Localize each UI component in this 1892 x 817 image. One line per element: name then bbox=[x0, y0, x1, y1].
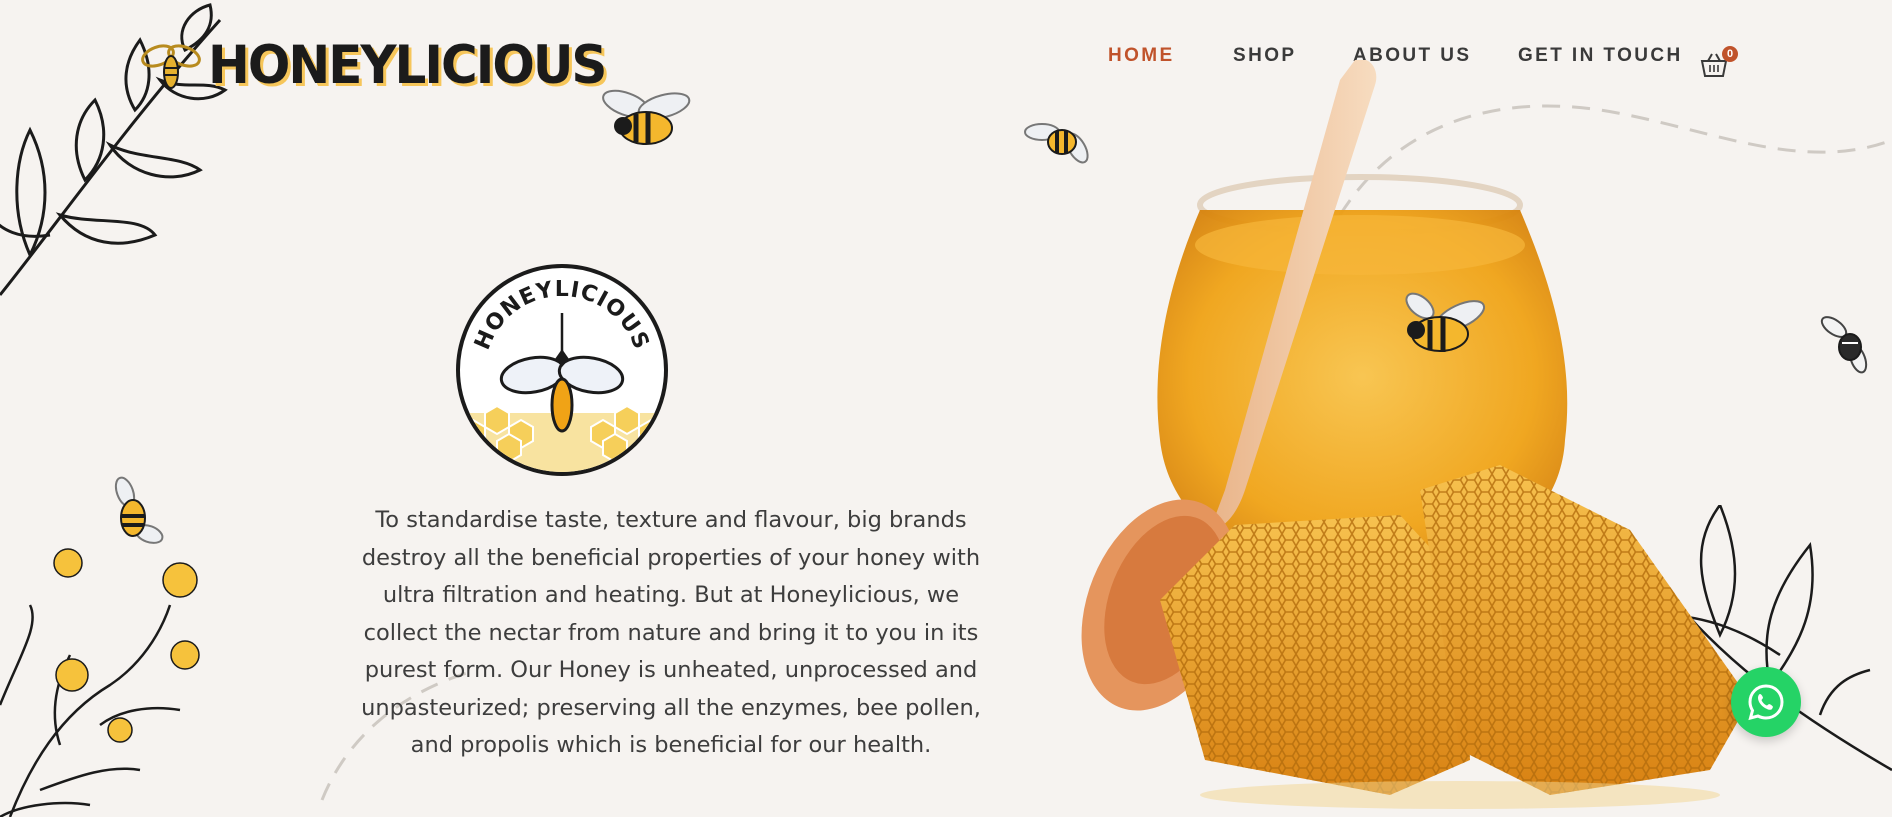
honey-jar-illustration bbox=[1081, 60, 1750, 809]
bee-logo-icon bbox=[141, 44, 201, 89]
brand-badge-logo: HONEYLICIOUS bbox=[456, 264, 668, 476]
bee-icon bbox=[602, 89, 691, 145]
intro-paragraph: To standardise taste, texture and flavou… bbox=[361, 507, 981, 758]
bee-icon bbox=[1024, 123, 1089, 164]
flower-branch-illustration bbox=[0, 548, 200, 817]
site-logo[interactable]: HONEYLICIOUS bbox=[140, 30, 607, 100]
whatsapp-chat-button[interactable] bbox=[1731, 667, 1801, 737]
bee-icon bbox=[1820, 316, 1868, 374]
brand-name: HONEYLICIOUS bbox=[208, 34, 607, 96]
bee-icon bbox=[1405, 292, 1486, 352]
bee-icon bbox=[114, 476, 164, 544]
whatsapp-icon bbox=[1748, 684, 1784, 721]
